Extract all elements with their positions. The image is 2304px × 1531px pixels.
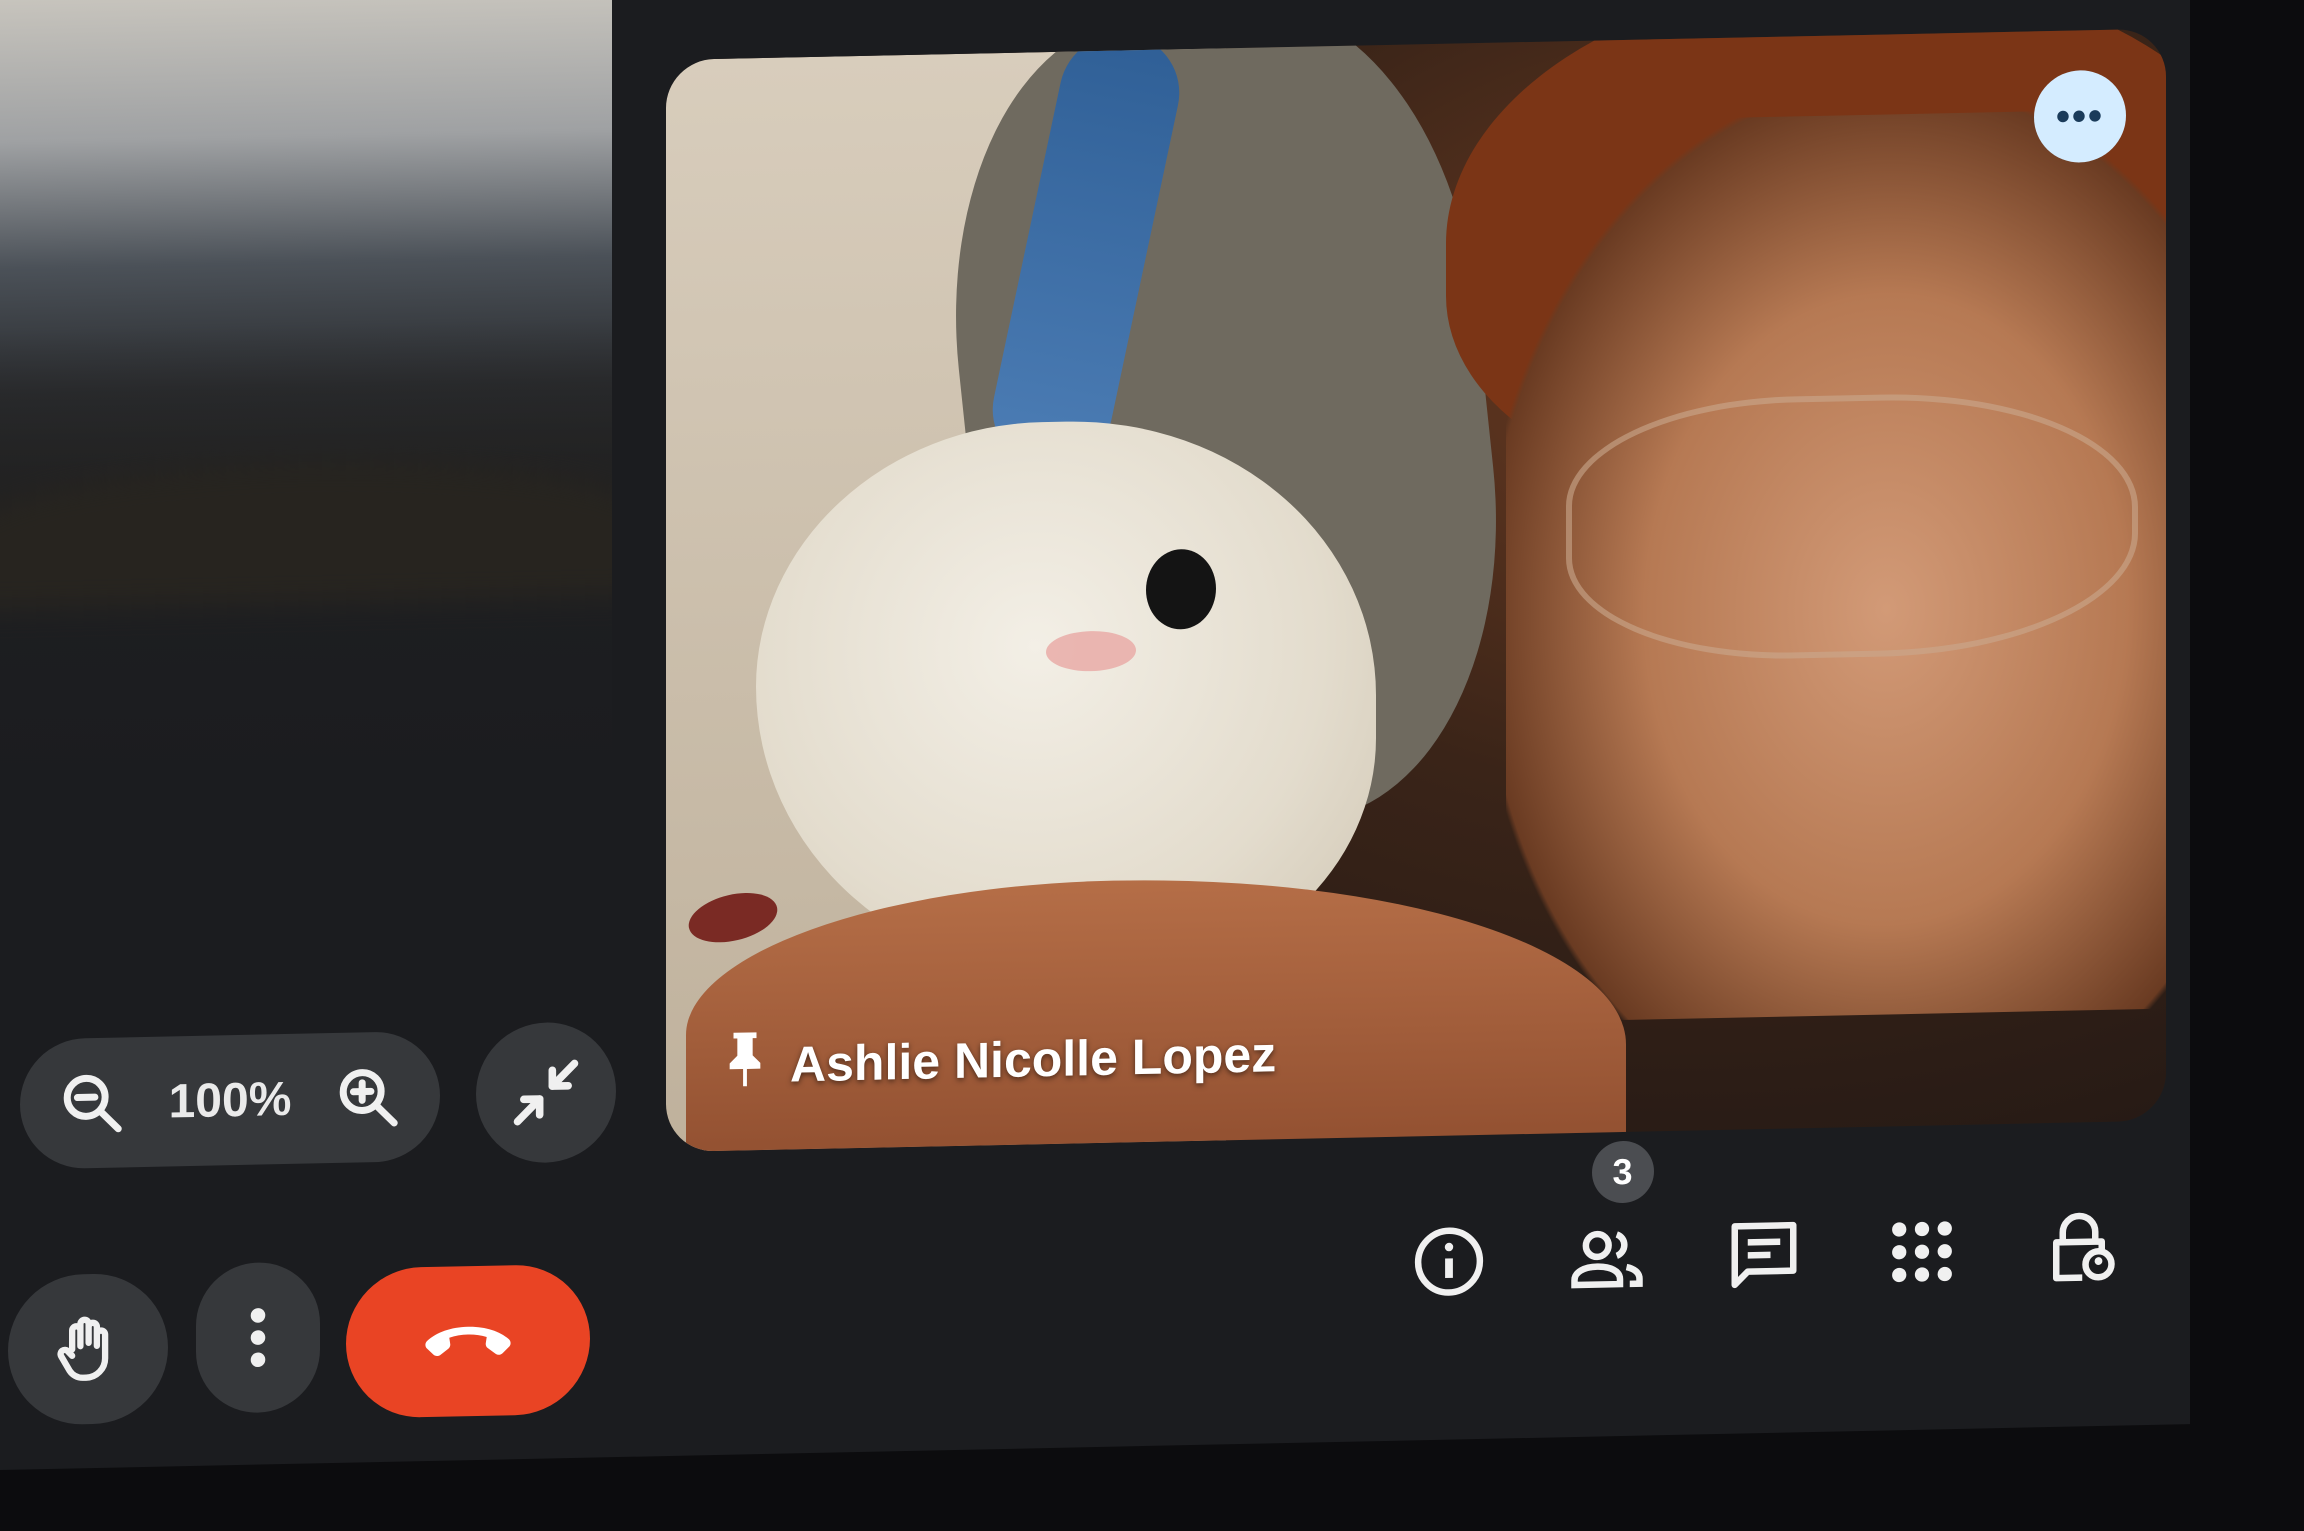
participant-video-tile[interactable]: ••• Ashlie Nicolle Lopez (666, 28, 2166, 1153)
more-options-icon: ••• (2055, 93, 2104, 139)
people-icon (1570, 1230, 1643, 1289)
chat-icon (1731, 1221, 1797, 1289)
exit-fullscreen-icon (513, 1059, 579, 1126)
participant-name: Ashlie Nicolle Lopez (790, 1026, 1277, 1093)
host-controls-button[interactable] (2024, 1192, 2134, 1304)
zoom-controls: 100% (20, 1030, 440, 1170)
participant-name-tag: Ashlie Nicolle Lopez (722, 1017, 1276, 1103)
people-count-badge: 3 (1591, 1140, 1654, 1204)
pin-icon[interactable] (722, 1028, 768, 1103)
lock-person-icon (2053, 1212, 2115, 1282)
more-vert-button[interactable] (196, 1261, 320, 1414)
video-glasses (1566, 389, 2138, 664)
meeting-toolbar: 3 (1394, 1140, 2134, 1333)
info-icon (1414, 1227, 1484, 1296)
meeting-details-button[interactable] (1394, 1205, 1504, 1317)
hang-up-button[interactable] (346, 1263, 590, 1419)
zoom-out-icon (63, 1074, 122, 1133)
raise-hand-button[interactable] (8, 1272, 168, 1426)
chat-button[interactable] (1709, 1199, 1819, 1311)
zoom-in-button[interactable] (326, 1054, 410, 1140)
activities-button[interactable] (1867, 1196, 1977, 1308)
apps-grid-icon (1891, 1221, 1952, 1283)
zoom-in-icon (339, 1069, 398, 1127)
zoom-out-button[interactable] (50, 1060, 134, 1146)
raise-hand-icon (57, 1316, 109, 1381)
presentation-tile (0, 0, 612, 791)
more-vert-icon (250, 1308, 266, 1368)
exit-fullscreen-button[interactable] (476, 1021, 616, 1165)
hang-up-icon (425, 1326, 511, 1357)
zoom-level: 100% (168, 1072, 292, 1128)
people-button[interactable]: 3 (1552, 1140, 1662, 1314)
meeting-screen: ••• Ashlie Nicolle Lopez 100% 3 (0, 0, 2190, 1470)
